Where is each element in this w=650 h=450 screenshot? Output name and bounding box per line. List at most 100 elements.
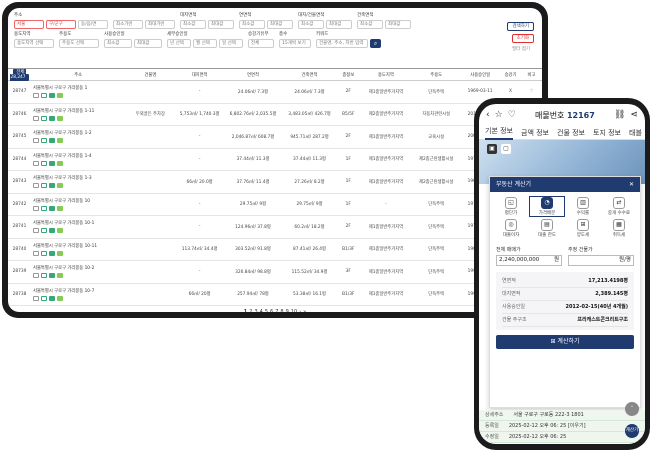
heart-icon[interactable]: ♡ bbox=[508, 110, 516, 120]
map-chip-icon[interactable] bbox=[41, 228, 48, 234]
row-address-text[interactable]: 서울특별시 구로구 가리봉동 1-4 bbox=[33, 153, 125, 159]
table-row[interactable]: 28740 서울특별시 구로구 가리봉동 10-11 113.74㎡/ 34.4평 3… bbox=[8, 238, 542, 261]
page-last-icon[interactable]: » bbox=[303, 309, 306, 312]
tab-more[interactable]: 태블 bbox=[629, 128, 642, 138]
row-address-text[interactable]: 서울특별시 구로구 가리봉동 10-1 bbox=[33, 220, 125, 226]
floorplan-icon[interactable]: ▢ bbox=[501, 144, 511, 154]
main-use-select[interactable]: 주용도 선택 bbox=[59, 39, 99, 48]
link-chip-icon[interactable] bbox=[33, 115, 40, 121]
page-9[interactable]: 9 bbox=[286, 309, 289, 312]
page-size-select[interactable]: 15개씩 보기 bbox=[279, 39, 311, 48]
photo-chip-icon[interactable] bbox=[49, 138, 56, 144]
doc-chip-icon[interactable] bbox=[57, 160, 64, 166]
map-chip-icon[interactable] bbox=[41, 93, 48, 99]
link-chip-icon[interactable] bbox=[33, 228, 40, 234]
calc-tool-2[interactable]: ▥ 수익률 bbox=[566, 197, 600, 216]
close-icon[interactable]: ✕ bbox=[629, 177, 634, 192]
link-chip-icon[interactable] bbox=[33, 295, 40, 301]
approval-min-input[interactable]: 최소값 bbox=[104, 39, 132, 48]
search-icon[interactable]: ⌕ bbox=[370, 39, 381, 48]
link-chip-icon[interactable] bbox=[33, 93, 40, 99]
day-select[interactable]: 일 선택 bbox=[219, 39, 243, 48]
tab-price-info[interactable]: 금액 정보 bbox=[521, 128, 549, 138]
month-select[interactable]: 월 선택 bbox=[193, 39, 217, 48]
back-icon[interactable]: ‹ bbox=[486, 110, 490, 120]
link-chip-icon[interactable] bbox=[33, 205, 40, 211]
table-row[interactable]: 28746 서울특별시 구로구 가리봉동 1-11 두뫼골든 주차장 5,753㎡/ … bbox=[8, 103, 542, 126]
calc-tool-6[interactable]: ⊞ 양도세 bbox=[566, 219, 600, 238]
photo-chip-icon[interactable] bbox=[49, 228, 56, 234]
lb-max-input[interactable]: 최대값 bbox=[326, 20, 352, 29]
map-chip-icon[interactable] bbox=[41, 295, 48, 301]
row-address-text[interactable]: 서울특별시 구로구 가리봉동 1-3 bbox=[33, 175, 125, 181]
page-1[interactable]: 1 bbox=[244, 309, 247, 312]
table-row[interactable]: 28743 서울특별시 구로구 가리봉동 1-3 66㎡/ 20.0평 37.76㎡/… bbox=[8, 170, 542, 194]
map-chip-icon[interactable] bbox=[41, 183, 48, 189]
row-address-text[interactable]: 서울특별시 구로구 가리봉동 10-7 bbox=[33, 288, 125, 294]
table-row[interactable]: 28739 서울특별시 구로구 가리봉동 10-2 -326.84㎡/ 98.8평 1… bbox=[8, 260, 542, 284]
doc-chip-icon[interactable] bbox=[57, 228, 64, 234]
table-row[interactable]: 28741 서울특별시 구로구 가리봉동 10-1 -124.96㎡/ 37.8평 6… bbox=[8, 215, 542, 239]
approval-max-input[interactable]: 최대값 bbox=[134, 39, 162, 48]
est-building-input[interactable]: 원/평 bbox=[568, 255, 634, 266]
photo-icon[interactable]: ▣ bbox=[487, 144, 497, 154]
photo-chip-icon[interactable] bbox=[49, 160, 56, 166]
land-min-input[interactable]: 최소값 bbox=[180, 20, 206, 29]
page-8[interactable]: 8 bbox=[280, 309, 283, 312]
gugun-select[interactable]: 구/군구 bbox=[46, 20, 76, 29]
land-max-input[interactable]: 최대값 bbox=[208, 20, 234, 29]
price-max-input[interactable]: 최대가빈 bbox=[145, 20, 175, 29]
scroll-top-button[interactable]: ⌃ bbox=[625, 402, 639, 416]
link-chip-icon[interactable] bbox=[33, 183, 40, 189]
lb-min-input[interactable]: 최소값 bbox=[298, 20, 324, 29]
photo-chip-icon[interactable] bbox=[49, 115, 56, 121]
calc-tool-0[interactable]: ◱ 평단가 bbox=[494, 197, 528, 216]
photo-chip-icon[interactable] bbox=[49, 250, 56, 256]
doc-chip-icon[interactable] bbox=[57, 250, 64, 256]
doc-chip-icon[interactable] bbox=[57, 115, 64, 121]
page-2[interactable]: 2 bbox=[249, 309, 252, 312]
page-next-icon[interactable]: › bbox=[299, 309, 301, 312]
page-6[interactable]: 6 bbox=[270, 309, 273, 312]
map-chip-icon[interactable] bbox=[41, 273, 48, 279]
share-icon[interactable]: ⋖ bbox=[630, 110, 638, 120]
search-button[interactable]: 검색하기 bbox=[507, 22, 534, 31]
table-row[interactable]: 28747 서울특별시 구로구 가리봉동 1-24.06㎡/ 7.3평 24.06㎡… bbox=[8, 80, 542, 104]
price-min-input[interactable]: 최소가빈 bbox=[113, 20, 143, 29]
calc-tool-7[interactable]: ▦ 취득세 bbox=[602, 219, 636, 238]
reset-button[interactable]: 초기화 bbox=[511, 34, 534, 43]
table-row[interactable]: 28744 서울특별시 구로구 가리봉동 1-4-37.44㎡/ 11.3평 37.… bbox=[8, 148, 542, 171]
zone-select[interactable]: 용도지역 선택 bbox=[14, 39, 54, 48]
calculate-button[interactable]: ⊞ 계산하기 bbox=[496, 335, 634, 349]
map-chip-icon[interactable] bbox=[41, 115, 48, 121]
doc-chip-icon[interactable] bbox=[57, 93, 64, 99]
link-chip-icon[interactable] bbox=[33, 273, 40, 279]
photo-chip-icon[interactable] bbox=[49, 205, 56, 211]
map-chip-icon[interactable] bbox=[41, 160, 48, 166]
doc-chip-icon[interactable] bbox=[57, 183, 64, 189]
gross-max-input[interactable]: 최대값 bbox=[267, 20, 293, 29]
calc-tool-4[interactable]: ◎ 대출이자 bbox=[494, 219, 528, 238]
photo-chip-icon[interactable] bbox=[49, 273, 56, 279]
table-row[interactable]: 28738 서울특별시 구로구 가리봉동 10-7 66㎡/ 20평 257.94㎡/… bbox=[8, 283, 542, 306]
row-address-text[interactable]: 서울특별시 구로구 가리봉동 1-11 bbox=[33, 108, 125, 114]
row-address-text[interactable]: 서울특별시 구로구 가리봉동 10 bbox=[33, 198, 125, 204]
row-address-text[interactable]: 서울특별시 구로구 가리봉동 10-11 bbox=[33, 243, 125, 249]
table-row[interactable]: 28745 서울특별시 구로구 가리봉동 1-2 -2,046.87㎡/ 608.7… bbox=[8, 125, 542, 149]
dong-select[interactable]: 동/읍/면 bbox=[78, 20, 108, 29]
map-chip-icon[interactable] bbox=[41, 205, 48, 211]
map-chip-icon[interactable] bbox=[41, 250, 48, 256]
calculator-fab[interactable]: 계산기 bbox=[625, 424, 639, 438]
row-address-text[interactable]: 서울특별시 구로구 가리봉동 10-2 bbox=[33, 265, 125, 271]
link-chip-icon[interactable] bbox=[33, 138, 40, 144]
page-4[interactable]: 4 bbox=[260, 309, 263, 312]
tab-building-info[interactable]: 건물 정보 bbox=[557, 128, 585, 138]
link-icon[interactable]: ⛓ bbox=[614, 110, 625, 120]
doc-chip-icon[interactable] bbox=[57, 205, 64, 211]
tab-land-info[interactable]: 토지 정보 bbox=[593, 128, 621, 138]
price-input[interactable]: 2,240,000,000 원 bbox=[496, 255, 562, 266]
photo-chip-icon[interactable] bbox=[49, 93, 56, 99]
elevator-select[interactable]: 전체 bbox=[248, 39, 274, 48]
collapse-filter-button[interactable]: 필터 접기 bbox=[508, 46, 534, 55]
calc-tool-3[interactable]: ⇄ 중개 수수료 bbox=[602, 197, 636, 216]
